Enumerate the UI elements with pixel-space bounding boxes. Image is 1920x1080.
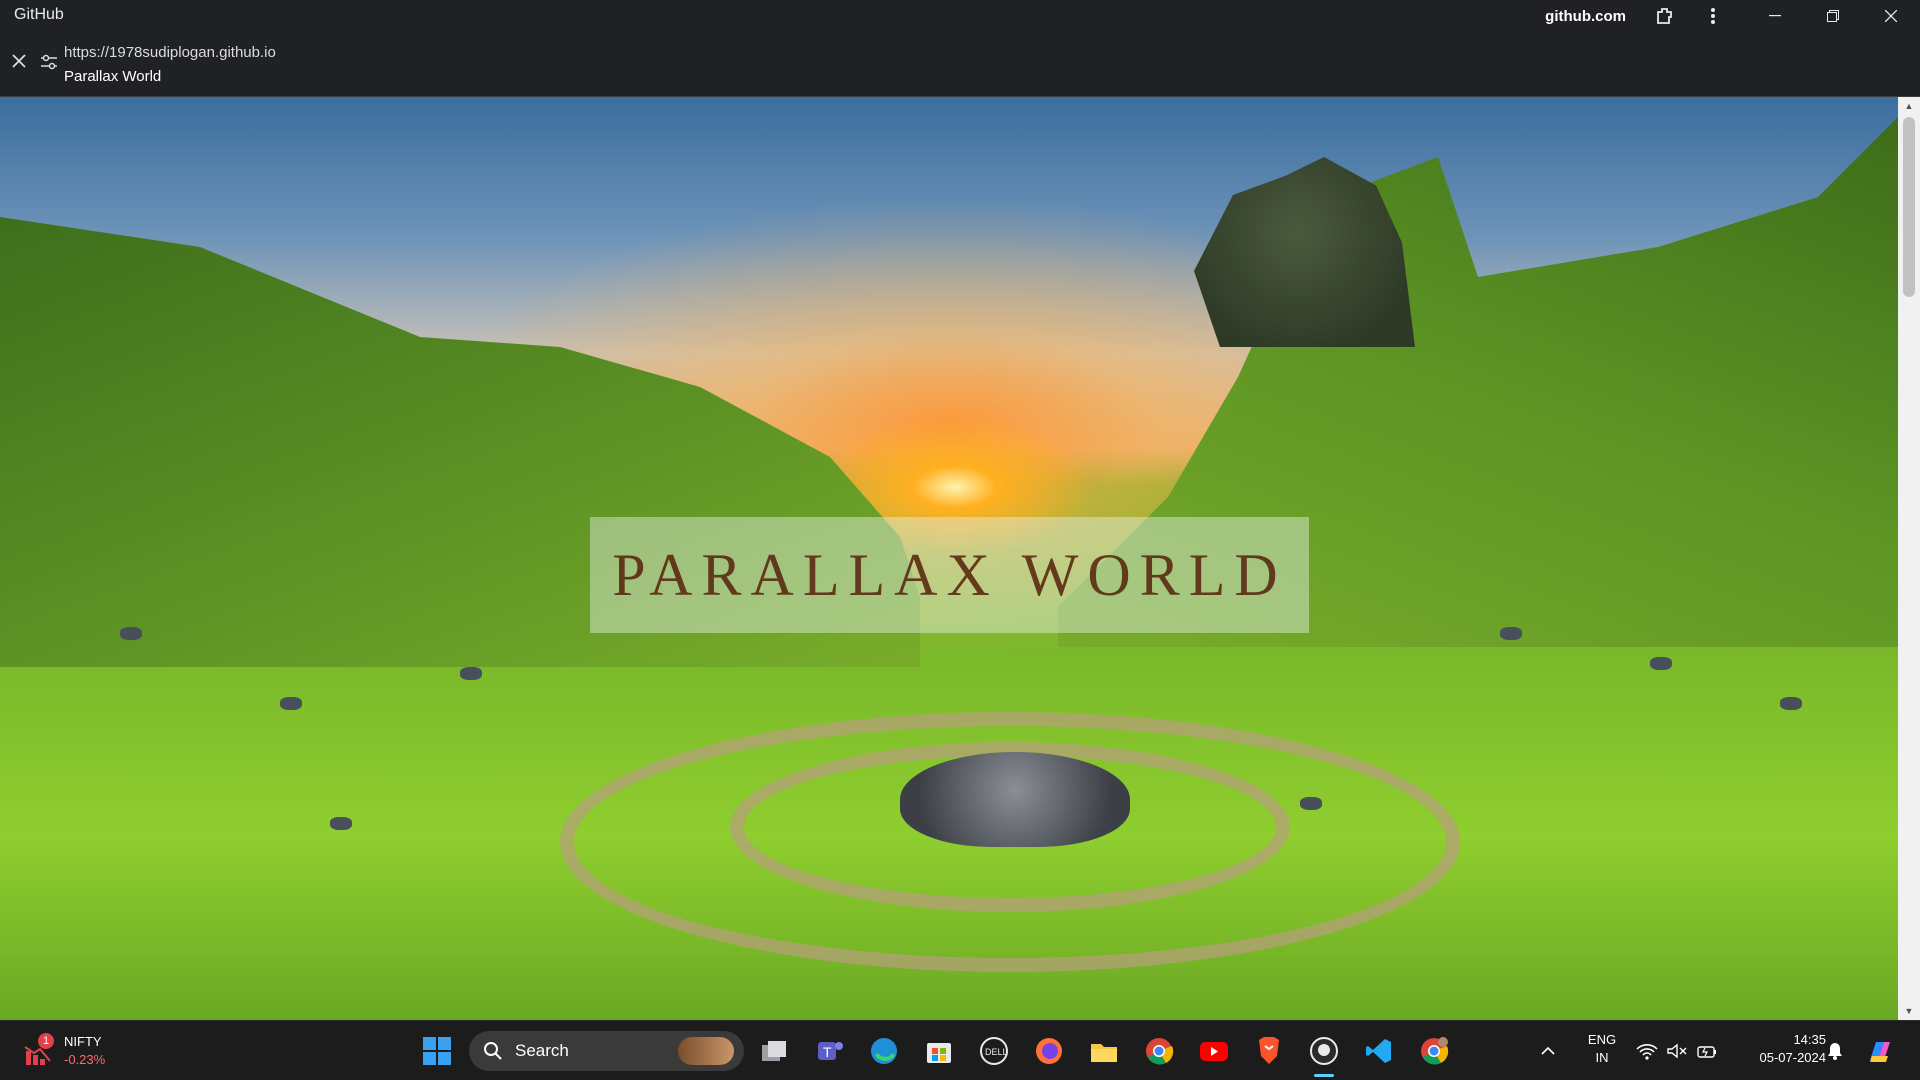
taskbar-search[interactable]: Search	[469, 1031, 744, 1071]
restore-button[interactable]	[1804, 0, 1862, 32]
web-page: PARALLAX WORLD	[0, 97, 1898, 1020]
site-settings-icon[interactable]	[40, 54, 58, 70]
hero-heading: PARALLAX WORLD	[612, 541, 1287, 608]
copilot-icon[interactable]	[1864, 1029, 1894, 1073]
volume-muted-icon[interactable]	[1666, 1029, 1688, 1073]
taskbar: 1 NIFTY -0.23% Search T DELL ENG IN 14:3…	[0, 1020, 1920, 1080]
close-icon[interactable]	[12, 54, 28, 70]
close-window-button[interactable]	[1862, 0, 1920, 32]
clock-date: 05-07-2024	[1759, 1050, 1827, 1065]
battery-icon[interactable]	[1696, 1029, 1718, 1073]
microsoft-store-icon[interactable]	[919, 1031, 959, 1071]
search-icon	[484, 1042, 502, 1060]
start-button[interactable]	[417, 1031, 457, 1071]
chrome-profile-icon[interactable]	[1414, 1031, 1454, 1071]
scrollbar-thumb[interactable]	[1903, 117, 1915, 297]
cairn	[900, 752, 1130, 847]
stock-chart-icon: 1	[22, 1033, 58, 1069]
search-highlight-image	[678, 1037, 734, 1065]
wifi-icon[interactable]	[1636, 1029, 1658, 1073]
notification-bell-icon[interactable]	[1826, 1029, 1844, 1073]
extensions-icon[interactable]	[1650, 1, 1680, 31]
youtube-icon[interactable]	[1194, 1031, 1234, 1071]
minimize-button[interactable]	[1746, 0, 1804, 32]
github-desktop-icon[interactable]	[1304, 1031, 1344, 1077]
system-clock[interactable]: 14:35 05-07-2024	[1736, 1031, 1827, 1067]
dell-icon[interactable]: DELL	[974, 1031, 1014, 1071]
address-row: https://1978sudiplogan.github.io Paralla…	[0, 40, 600, 90]
page-title: Parallax World	[64, 68, 162, 85]
language-code: ENG	[1587, 1032, 1617, 1047]
page-scrollbar[interactable]: ▲ ▼	[1898, 97, 1920, 1020]
widget-value: -0.23%	[64, 1052, 106, 1067]
teams-icon[interactable]: T	[809, 1031, 849, 1071]
widget-name: NIFTY	[64, 1034, 102, 1049]
region-code: IN	[1595, 1050, 1609, 1065]
browser-titlebar: GitHub github.com https://1978sudiplogan…	[0, 0, 1920, 97]
edge-icon[interactable]	[864, 1031, 904, 1071]
scroll-down-arrow-icon[interactable]: ▼	[1898, 1002, 1920, 1020]
stock-widget[interactable]: 1 NIFTY -0.23%	[22, 1029, 105, 1073]
domain-label: github.com	[1545, 7, 1626, 25]
show-hidden-icons-button[interactable]	[1540, 1029, 1556, 1073]
titlebar-controls: github.com	[1545, 0, 1920, 32]
svg-text:T: T	[823, 1044, 832, 1060]
notification-badge: 1	[38, 1033, 54, 1049]
firefox-icon[interactable]	[1029, 1031, 1069, 1071]
more-options-icon[interactable]	[1698, 1, 1728, 31]
hero-banner: PARALLAX WORLD	[590, 517, 1309, 633]
scroll-up-arrow-icon[interactable]: ▲	[1898, 97, 1920, 115]
clock-time: 14:35	[1793, 1032, 1826, 1047]
file-explorer-icon[interactable]	[1084, 1031, 1124, 1071]
url-text[interactable]: https://1978sudiplogan.github.io	[64, 44, 276, 61]
chrome-icon[interactable]	[1139, 1031, 1179, 1071]
vscode-icon[interactable]	[1359, 1031, 1399, 1071]
svg-text:DELL: DELL	[985, 1047, 1008, 1057]
brave-icon[interactable]	[1249, 1031, 1289, 1071]
language-indicator[interactable]: ENG IN	[1584, 1031, 1620, 1067]
app-title: GitHub	[14, 6, 64, 23]
task-view-icon[interactable]	[754, 1031, 794, 1071]
search-label: Search	[515, 1041, 569, 1060]
